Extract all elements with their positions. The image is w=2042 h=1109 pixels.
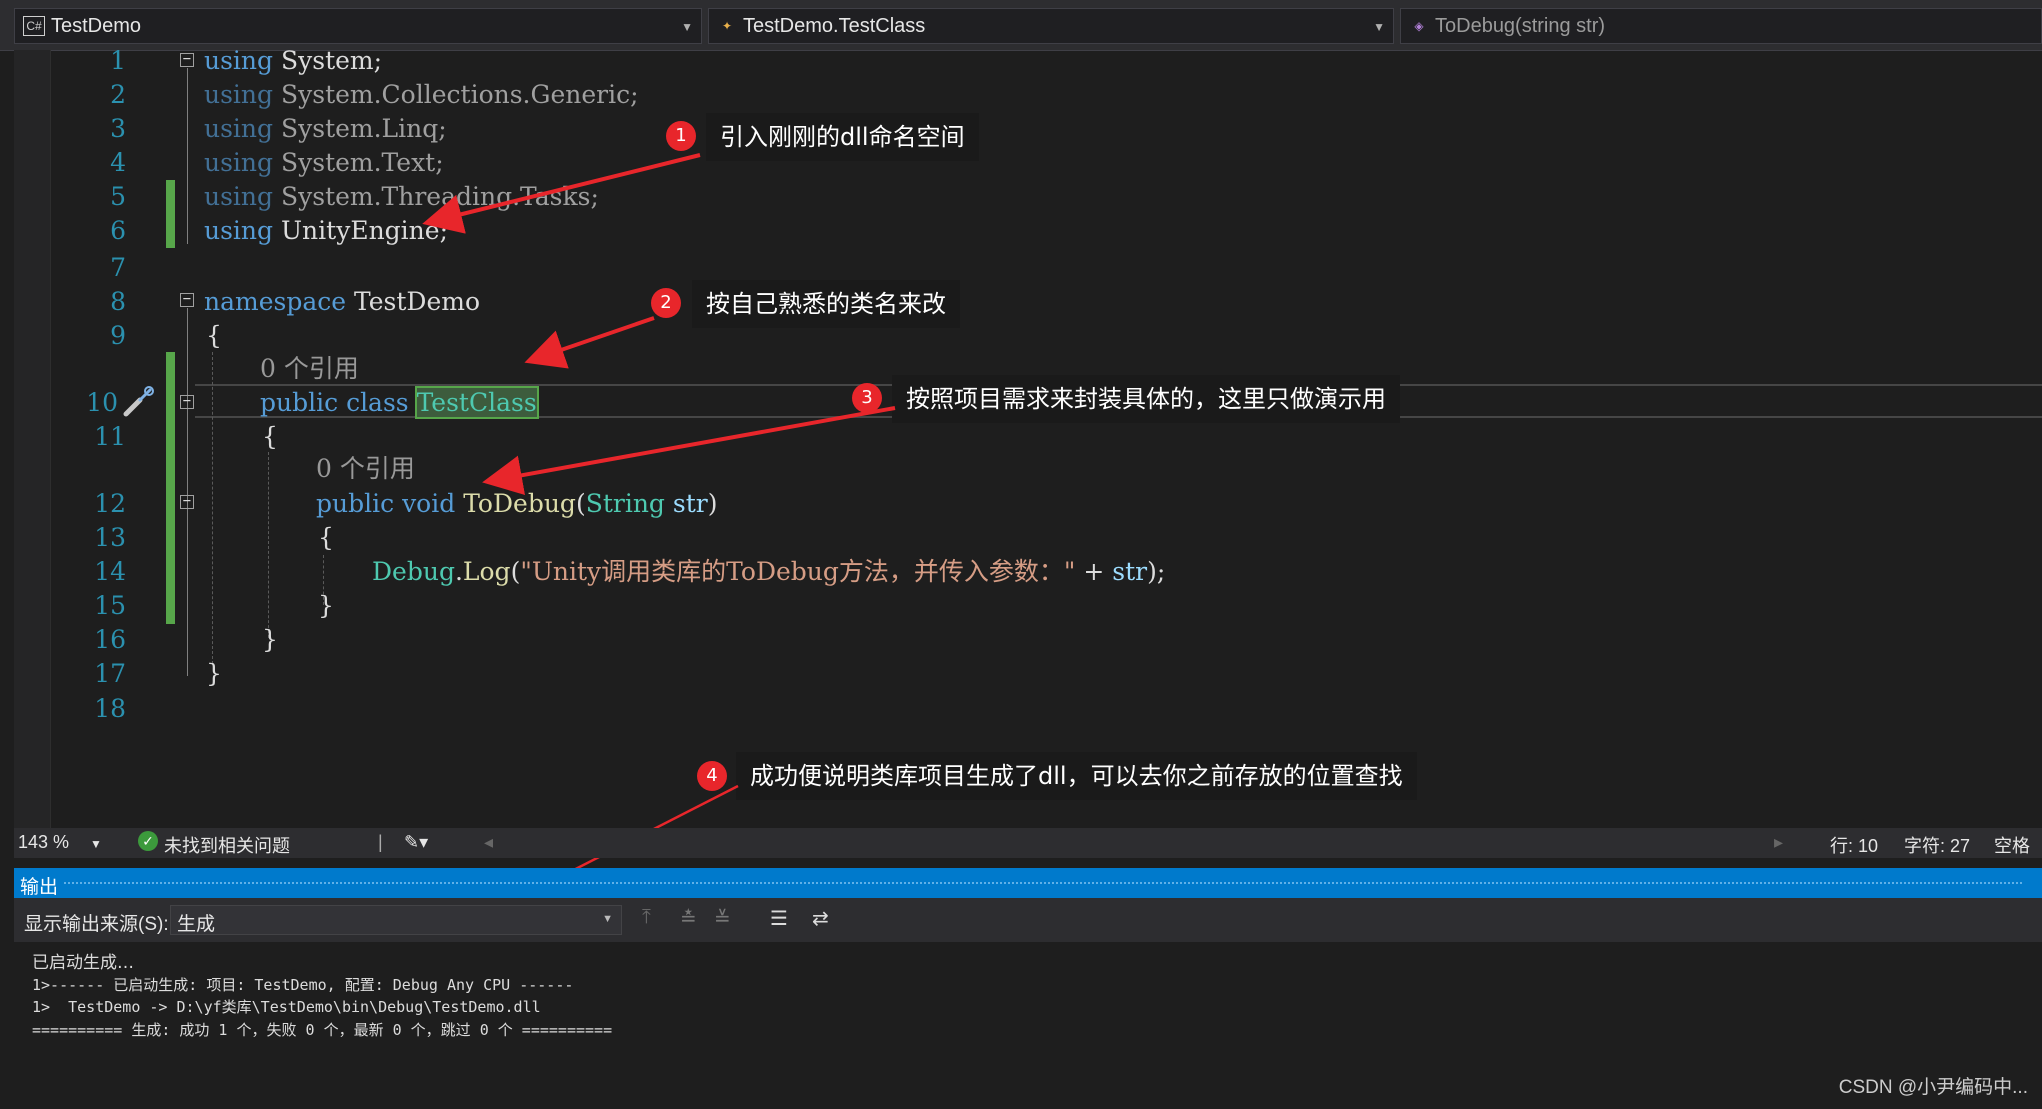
output-content[interactable]: 已启动生成… 1>------ 已启动生成: 项目: TestDemo, 配置:…	[14, 942, 2042, 1109]
arrow-1	[422, 153, 701, 234]
output-toolbar: 显示输出来源(S): 生成 ▼ ⤒ ≛ ≚ ☰ ⇄	[14, 898, 2042, 942]
arrow-2	[524, 316, 655, 369]
watermark: CSDN @小尹编码中...	[1838, 1077, 2028, 1098]
output-title: 输出	[20, 877, 59, 898]
output-source-label: 显示输出来源(S):	[24, 914, 169, 935]
clear-all-icon[interactable]: ☰	[770, 906, 788, 931]
brush-icon[interactable]: ✎▾	[404, 832, 428, 853]
word-wrap-icon[interactable]: ⇄	[812, 906, 829, 931]
output-line: ========== 生成: 成功 1 个，失败 0 个，最新 0 个，跳过 0…	[32, 1021, 613, 1039]
check-icon: ✓	[138, 831, 158, 851]
find-message-icon[interactable]: ⤒	[642, 906, 651, 929]
scroll-right-icon[interactable]: ▸	[1774, 832, 1783, 853]
issues-status[interactable]: 未找到相关问题	[164, 832, 290, 858]
output-line: 已启动生成…	[32, 953, 134, 973]
output-source-value: 生成	[177, 914, 216, 935]
title-grip[interactable]	[64, 882, 2022, 885]
chevron-down-icon: ▼	[602, 913, 613, 925]
output-window-header: 输出	[14, 868, 2042, 898]
output-line: 1>------ 已启动生成: 项目: TestDemo, 配置: Debug …	[32, 976, 574, 994]
whitespace-indicator[interactable]: 空格	[1994, 832, 2030, 858]
arrow-3	[482, 406, 896, 496]
output-source-select[interactable]: 生成 ▼	[170, 905, 622, 935]
next-message-icon[interactable]: ≚	[714, 906, 731, 931]
zoom-level[interactable]: 143 %	[18, 832, 69, 853]
divider: |	[378, 832, 383, 852]
previous-message-icon[interactable]: ≛	[680, 906, 697, 931]
editor-status-bar: 143 % ▼ ✓ 未找到相关问题 | ✎▾ ◂ ▸ 行: 10 字符: 27 …	[14, 828, 2042, 858]
chevron-down-icon[interactable]: ▼	[90, 837, 102, 851]
output-line: 1> TestDemo -> D:\yf类库\TestDemo\bin\Debu…	[32, 998, 541, 1016]
char-indicator: 字符: 27	[1904, 836, 1971, 856]
line-indicator: 行: 10	[1830, 836, 1879, 856]
scroll-left-icon[interactable]: ◂	[484, 832, 493, 853]
